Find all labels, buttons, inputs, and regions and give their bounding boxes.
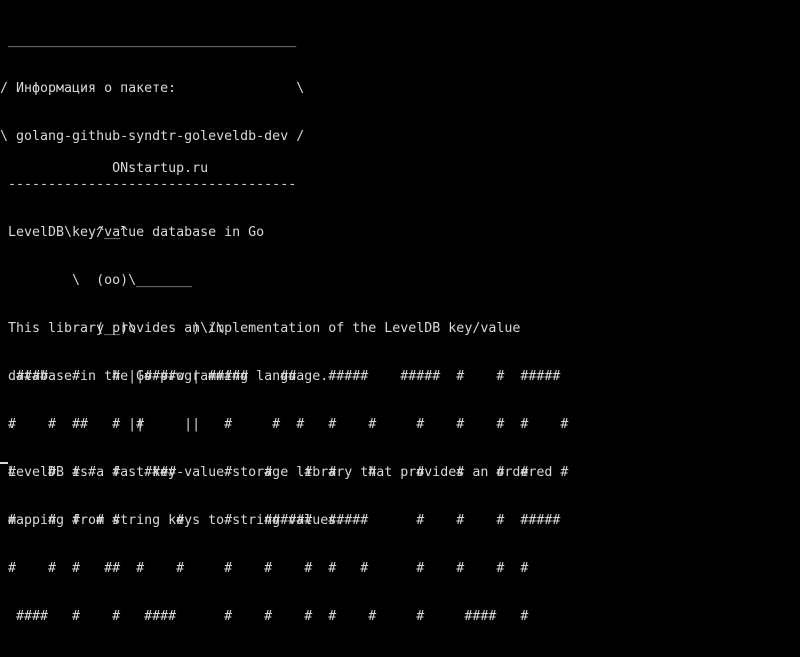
- banner-line: # # # ## # # # # # # # # # # #: [0, 561, 529, 576]
- description-line: This library provides an implementation …: [0, 321, 521, 336]
- banner-line: #### # # #### # # # # # # #### #: [0, 609, 529, 624]
- description-line: [0, 273, 552, 289]
- banner-line: # # # # # #### # # # # # # # # # #: [0, 465, 569, 480]
- banner-line: # # # # # # # ###### ##### # # # #####: [0, 513, 561, 528]
- ascii-banner: #### # # #### ##### ## ##### ##### # # #…: [0, 337, 568, 657]
- banner-line: #### # # #### ##### ## ##### ##### # # #…: [0, 369, 561, 384]
- site-name: ONstartup.ru: [0, 161, 209, 176]
- description-line: LevelDB key/value database in Go: [0, 225, 265, 240]
- cowsay-line: / Информация о пакете: \: [0, 81, 305, 96]
- cowsay-line: ------------------------------------: [0, 177, 297, 192]
- cowsay-line: ____________________________________: [0, 33, 297, 48]
- terminal-console[interactable]: ____________________________________ / И…: [0, 0, 800, 624]
- banner-line: # # ## # # # # # # # # # # # #: [0, 417, 569, 432]
- text-cursor: [0, 462, 8, 464]
- cowsay-line: \ golang-github-syndtr-goleveldb-dev /: [0, 129, 305, 144]
